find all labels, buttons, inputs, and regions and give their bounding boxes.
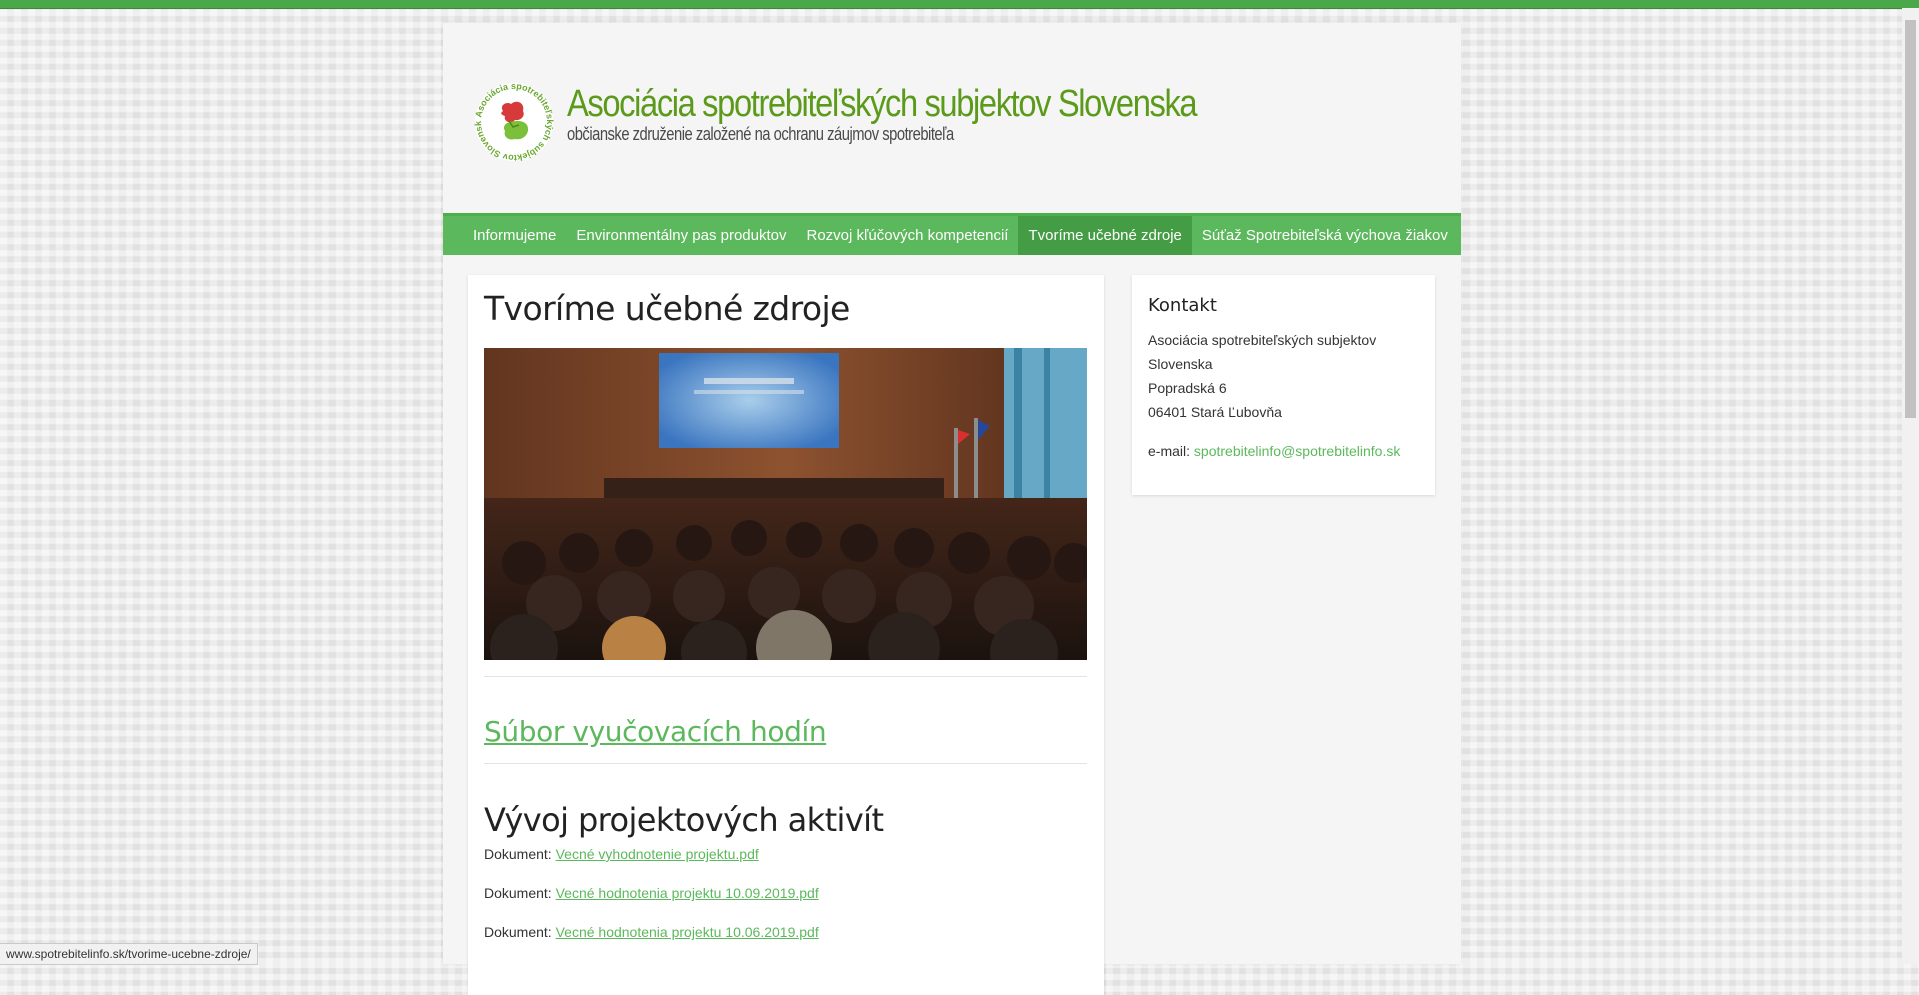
scrollbar-thumb[interactable] [1905, 20, 1916, 418]
email-link[interactable]: spotrebitelinfo@spotrebitelinfo.sk [1194, 443, 1400, 459]
logo[interactable]: Asociácia spotrebiteľských subjektov Slo… [473, 81, 555, 163]
main-navigation: Informujeme Environmentálny pas produkto… [443, 213, 1461, 255]
nav-list: Informujeme Environmentálny pas produkto… [443, 216, 1461, 255]
nav-item-rozvoj-kompetencii[interactable]: Rozvoj kľúčových kompetencií [797, 216, 1019, 255]
contact-widget: Kontakt Asociácia spotrebiteľských subje… [1132, 275, 1435, 495]
hero-image-conference [484, 348, 1087, 660]
page-container: Asociácia spotrebiteľských subjektov Slo… [443, 23, 1461, 995]
contact-org-line1: Asociácia spotrebiteľských subjektov [1148, 332, 1377, 348]
document-prefix: Dokument: [484, 846, 552, 862]
section-heading-project-activities: Vývoj projektových aktivít [484, 801, 884, 839]
document-link[interactable]: Vecné hodnotenia projektu 10.06.2019.pdf [556, 924, 819, 940]
nav-item-informujeme[interactable]: Informujeme [463, 216, 566, 255]
site-title[interactable]: Asociácia spotrebiteľských subjektov Slo… [567, 83, 1198, 126]
document-line: Dokument: Vecné vyhodnotenie projektu.pd… [484, 846, 759, 862]
contact-street: Popradská 6 [1148, 380, 1227, 396]
contact-email-line: e-mail: spotrebitelinfo@spotrebitelinfo.… [1148, 443, 1400, 459]
browser-status-bar: www.spotrebitelinfo.sk/tvorime-ucebne-zd… [0, 943, 258, 965]
document-line: Dokument: Vecné hodnotenia projektu 10.0… [484, 885, 819, 901]
nav-item-environmentalny-pas[interactable]: Environmentálny pas produktov [566, 216, 796, 255]
content-card: Tvoríme učebné zdroje Súbor vyučovacích … [468, 275, 1104, 995]
document-link[interactable]: Vecné vyhodnotenie projektu.pdf [556, 846, 759, 862]
top-accent-stripe [0, 0, 1919, 9]
document-prefix: Dokument: [484, 924, 552, 940]
widget-title: Kontakt [1148, 295, 1217, 316]
divider [484, 763, 1087, 764]
nav-item-tvorime-ucebne-zdroje[interactable]: Tvoríme učebné zdroje [1018, 216, 1192, 255]
document-link[interactable]: Vecné hodnotenia projektu 10.09.2019.pdf [556, 885, 819, 901]
scrollbar[interactable] [1902, 8, 1919, 964]
email-label: e-mail: [1148, 443, 1191, 459]
document-prefix: Dokument: [484, 885, 552, 901]
divider [484, 676, 1087, 677]
document-line: Dokument: Vecné hodnotenia projektu 10.0… [484, 924, 819, 940]
contact-org-line2: Slovenska [1148, 356, 1213, 372]
page-title: Tvoríme učebné zdroje [484, 289, 850, 328]
site-tagline: občianske združenie založené na ochranu … [567, 124, 954, 144]
contact-city: 06401 Stará Ľubovňa [1148, 404, 1282, 420]
nav-item-sutaz[interactable]: Súťaž Spotrebiteľská výchova žiakov [1192, 216, 1458, 255]
site-header: Asociácia spotrebiteľských subjektov Slo… [443, 23, 1461, 213]
lessons-collection-link[interactable]: Súbor vyučovacích hodín [484, 715, 827, 748]
